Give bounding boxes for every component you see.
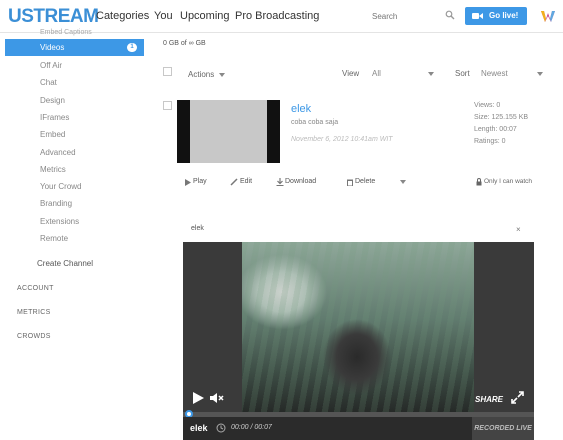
sidebar-item-label: Videos bbox=[40, 43, 65, 52]
sidebar: Embed Captions Videos 1 Off Air Chat Des… bbox=[0, 29, 150, 440]
recorded-live-badge: RECORDED LIVE bbox=[472, 417, 534, 440]
sidebar-item-branding[interactable]: Branding bbox=[0, 195, 150, 212]
ustream-logo[interactable]: USTREAM bbox=[8, 6, 99, 28]
sidebar-item-remote[interactable]: Remote bbox=[0, 230, 150, 247]
download-button[interactable]: Download bbox=[285, 178, 316, 185]
sidebar-item-your-crowd[interactable]: Your Crowd bbox=[0, 178, 150, 195]
view-select[interactable]: All bbox=[372, 69, 381, 78]
storage-usage: 0 GB of ∞ GB bbox=[163, 40, 206, 47]
player-bottom-bar: elek 00:00 / 00:07 RECORDED LIVE bbox=[183, 417, 534, 440]
play-icon bbox=[185, 179, 191, 186]
edit-icon bbox=[230, 178, 238, 186]
share-button[interactable]: SHARE bbox=[475, 395, 503, 404]
nav-you[interactable]: You bbox=[154, 10, 173, 22]
section-crowds[interactable]: CROWDS bbox=[17, 333, 51, 340]
chevron-down-icon bbox=[537, 72, 543, 76]
nav-upcoming[interactable]: Upcoming bbox=[180, 10, 230, 22]
actions-dropdown[interactable]: Actions bbox=[188, 70, 214, 79]
select-all-checkbox[interactable] bbox=[163, 67, 172, 76]
actions-label: Actions bbox=[188, 70, 215, 79]
video-checkbox[interactable] bbox=[163, 101, 172, 110]
video-title-link[interactable]: elek bbox=[291, 103, 311, 115]
video-frame[interactable] bbox=[242, 242, 474, 412]
trash-icon bbox=[347, 179, 353, 186]
sidebar-item-partial[interactable]: Embed Captions bbox=[40, 29, 92, 36]
stat-length: Length: 00:07 bbox=[474, 126, 517, 133]
clock-icon bbox=[216, 423, 226, 433]
mute-icon[interactable] bbox=[210, 392, 224, 404]
video-description: coba coba saja bbox=[291, 119, 339, 126]
section-account[interactable]: ACCOUNT bbox=[17, 285, 54, 292]
player-video-title: elek bbox=[190, 423, 208, 433]
privacy-status[interactable]: Only I can watch bbox=[484, 178, 532, 185]
fullscreen-icon[interactable] bbox=[511, 391, 524, 404]
section-metrics[interactable]: METRICS bbox=[17, 309, 51, 316]
go-live-label: Go live! bbox=[489, 11, 519, 20]
search-icon[interactable] bbox=[445, 10, 455, 20]
nav-categories[interactable]: Categories bbox=[96, 10, 149, 22]
sidebar-item-embed[interactable]: Embed bbox=[0, 126, 150, 143]
play-button[interactable]: Play bbox=[193, 178, 207, 185]
time-display: 00:00 / 00:07 bbox=[231, 424, 272, 431]
camera-icon bbox=[472, 13, 483, 19]
edit-button[interactable]: Edit bbox=[240, 178, 252, 185]
download-icon bbox=[276, 178, 284, 186]
count-badge: 1 bbox=[127, 43, 137, 52]
nav-pro-broadcasting[interactable]: Pro Broadcasting bbox=[235, 10, 319, 22]
go-live-button[interactable]: Go live! bbox=[465, 7, 527, 25]
stat-views: Views: 0 bbox=[474, 102, 501, 109]
close-icon[interactable]: × bbox=[516, 225, 521, 234]
sort-select[interactable]: Newest bbox=[481, 69, 508, 78]
yahoo-w-logo-icon[interactable] bbox=[540, 8, 556, 24]
sidebar-item-iframes[interactable]: IFrames bbox=[0, 109, 150, 126]
stat-size: Size: 125.155 KB bbox=[474, 114, 529, 121]
player-title: elek bbox=[191, 225, 204, 232]
sidebar-item-chat[interactable]: Chat bbox=[0, 74, 150, 91]
play-icon[interactable] bbox=[191, 391, 205, 405]
sidebar-item-advanced[interactable]: Advanced bbox=[0, 144, 150, 161]
more-actions-chevron-icon[interactable] bbox=[400, 180, 406, 184]
video-thumbnail[interactable] bbox=[177, 100, 280, 163]
view-label: View bbox=[342, 69, 360, 78]
lock-icon bbox=[476, 178, 482, 186]
stat-ratings: Ratings: 0 bbox=[474, 138, 506, 145]
sidebar-item-metrics[interactable]: Metrics bbox=[0, 161, 150, 178]
video-date: November 6, 2012 10:41am WIT bbox=[291, 136, 393, 143]
sidebar-item-design[interactable]: Design bbox=[0, 92, 150, 109]
sidebar-item-extensions[interactable]: Extensions bbox=[0, 213, 150, 230]
sidebar-item-off-air[interactable]: Off Air bbox=[0, 57, 150, 74]
chevron-down-icon bbox=[428, 72, 434, 76]
sidebar-item-videos[interactable]: Videos 1 bbox=[5, 39, 144, 56]
delete-button[interactable]: Delete bbox=[355, 178, 375, 185]
video-player[interactable]: SHARE elek 00:00 / 00:07 RECORDED LIVE bbox=[183, 242, 534, 440]
sort-label: Sort bbox=[455, 69, 470, 78]
thumbnail-image bbox=[190, 100, 267, 163]
create-channel-link[interactable]: Create Channel bbox=[37, 259, 93, 268]
chevron-down-icon bbox=[219, 73, 225, 77]
